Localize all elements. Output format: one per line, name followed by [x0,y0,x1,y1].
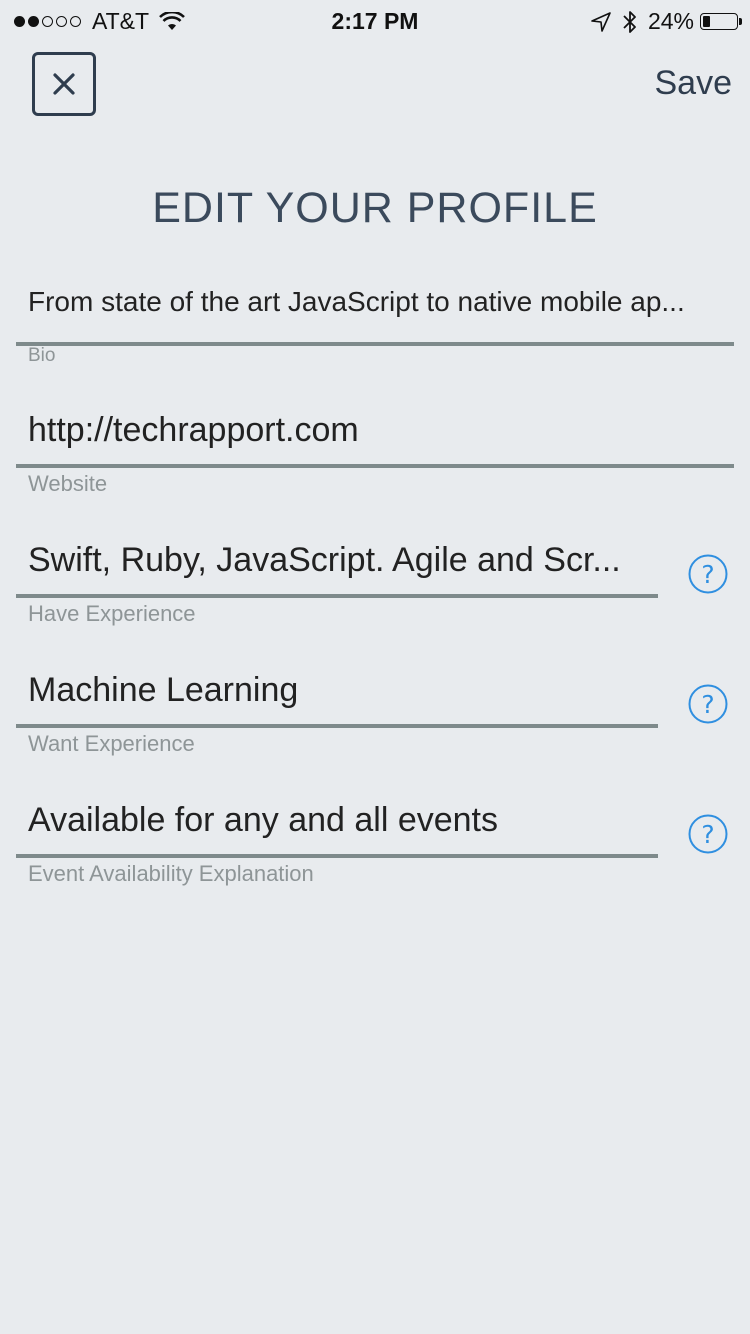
svg-text:?: ? [701,820,714,849]
want-experience-field[interactable]: Machine Learning Want Experience [16,668,658,763]
close-icon [53,73,75,95]
close-button[interactable] [32,52,96,116]
battery-percent: 24% [647,8,694,34]
bluetooth-icon [623,10,636,33]
have-experience-field[interactable]: Swift, Ruby, JavaScript. Agile and Scr..… [16,538,658,633]
want-experience-input[interactable]: Machine Learning [28,671,648,710]
bio-underline [16,342,734,346]
have-experience-help-icon[interactable]: ? [688,554,728,594]
status-bar: AT&T 2:17 PM 24% [0,0,750,40]
battery-fill [703,16,710,27]
event-availability-underline [16,854,658,858]
want-experience-underline [16,724,658,728]
page-title: EDIT YOUR PROFILE [152,184,598,232]
event-availability-input[interactable]: Available for any and all events [28,801,648,840]
website-underline [16,464,734,468]
bio-input[interactable]: From state of the art JavaScript to nati… [28,286,718,318]
website-field[interactable]: http://techrapport.com Website [16,408,734,503]
want-experience-help-icon[interactable]: ? [688,684,728,724]
website-input[interactable]: http://techrapport.com [28,411,718,450]
save-button[interactable]: Save [655,64,733,103]
event-availability-label: Event Availability Explanation [28,861,314,886]
have-experience-input[interactable]: Swift, Ruby, JavaScript. Agile and Scr..… [28,541,648,580]
have-experience-label: Have Experience [28,601,196,626]
website-label: Website [28,471,108,496]
bio-field[interactable]: From state of the art JavaScript to nati… [16,280,734,370]
bio-label: Bio [28,345,56,366]
have-experience-underline [16,594,658,598]
location-arrow-icon [591,11,611,32]
want-experience-label: Want Experience [28,731,195,756]
svg-text:?: ? [701,690,714,719]
battery-icon [700,13,742,30]
svg-text:?: ? [701,560,714,589]
event-availability-help-icon[interactable]: ? [688,814,728,854]
status-right: 24% [590,8,742,35]
event-availability-field[interactable]: Available for any and all events Event A… [16,798,658,893]
